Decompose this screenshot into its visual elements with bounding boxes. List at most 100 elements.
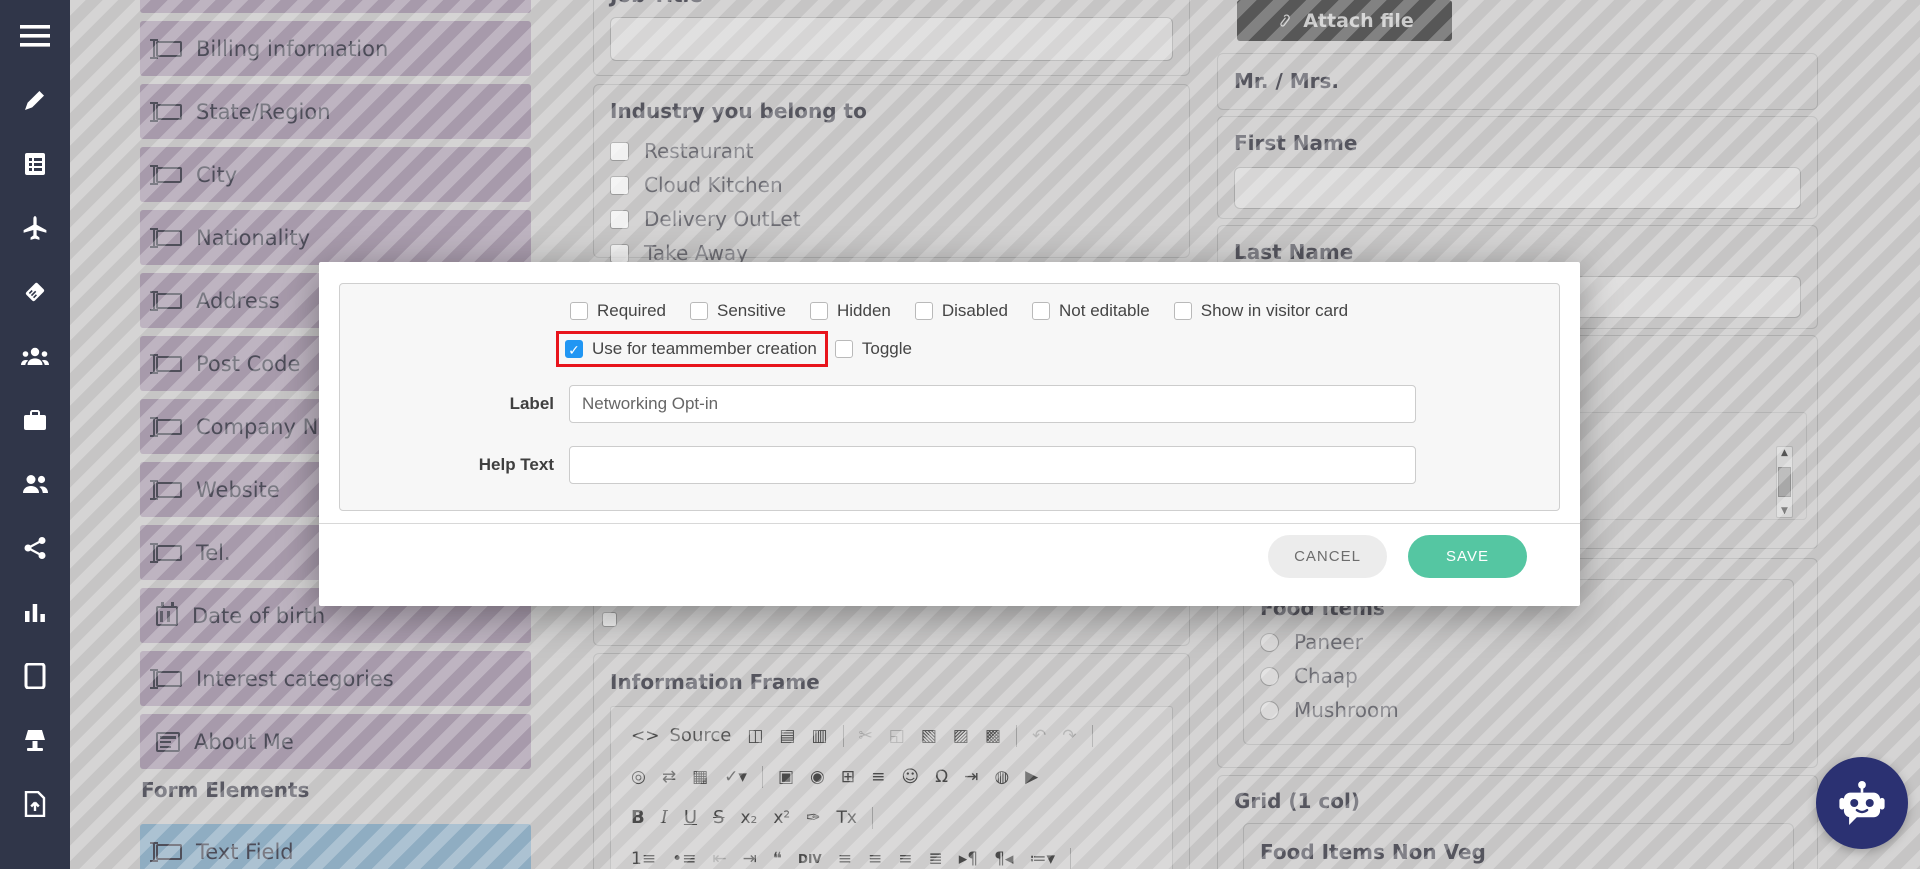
special-char-icon[interactable]: Ω: [927, 766, 956, 788]
contacts-button[interactable]: [13, 334, 57, 378]
checkbox[interactable]: [610, 142, 629, 161]
image-icon[interactable]: ▣: [770, 766, 802, 788]
table-icon[interactable]: ⊞: [833, 766, 863, 788]
bold-icon[interactable]: B: [623, 807, 653, 829]
copy-icon[interactable]: ◱: [881, 725, 913, 747]
cancel-button[interactable]: CANCEL: [1268, 535, 1387, 578]
paste-from-word-icon[interactable]: ▩: [977, 725, 1009, 747]
text-direction-rtl-icon[interactable]: ¶◂: [986, 848, 1021, 869]
flag-option[interactable]: Disabled: [915, 301, 1008, 321]
iframe-icon[interactable]: ◍: [986, 766, 1017, 788]
align-right-icon[interactable]: ≡: [890, 848, 920, 869]
preview-icon[interactable]: ◫: [739, 725, 771, 747]
undo-icon[interactable]: ↶: [1024, 725, 1054, 747]
source-label[interactable]: Source: [668, 725, 740, 747]
scroll-up-icon[interactable]: ▲: [1781, 448, 1788, 458]
checkbox[interactable]: [690, 302, 708, 320]
team-creation-checkbox[interactable]: [565, 340, 583, 358]
divider-icon[interactable]: [1070, 848, 1071, 869]
strikethrough-icon[interactable]: S: [705, 807, 732, 829]
designer-button[interactable]: [13, 78, 57, 122]
text-direction-ltr-icon[interactable]: ▸¶: [951, 848, 986, 869]
flash-icon[interactable]: ◉: [802, 766, 833, 788]
align-center-icon[interactable]: ≡: [860, 848, 890, 869]
save-button[interactable]: SAVE: [1408, 535, 1527, 578]
field-bar[interactable]: About Me: [140, 714, 531, 769]
jobs-button[interactable]: [13, 398, 57, 442]
field-bar[interactable]: Text Field: [140, 824, 531, 869]
checkbox[interactable]: [610, 210, 629, 229]
attach-file-button[interactable]: Attach file: [1237, 0, 1452, 41]
page-break-icon[interactable]: ⇥: [956, 766, 986, 788]
radio-button[interactable]: [1260, 701, 1279, 720]
flag-option[interactable]: Required: [570, 301, 666, 321]
field-bar[interactable]: [140, 0, 531, 13]
flag-option[interactable]: Not editable: [1032, 301, 1150, 321]
field-bar[interactable]: Nationality: [140, 210, 531, 265]
paste-as-text-icon[interactable]: ▨: [945, 725, 977, 747]
checkbox[interactable]: [915, 302, 933, 320]
toggle-option[interactable]: Toggle: [835, 339, 912, 359]
menu-button[interactable]: [13, 14, 57, 58]
team-button[interactable]: [13, 462, 57, 506]
field-bar[interactable]: City: [140, 147, 531, 202]
source-icon[interactable]: <>: [623, 725, 668, 747]
checkbox[interactable]: [570, 302, 588, 320]
radio-button[interactable]: [1260, 633, 1279, 652]
divider-icon[interactable]: [762, 766, 763, 788]
italic-icon[interactable]: I: [653, 807, 676, 829]
flag-option[interactable]: Show in visitor card: [1174, 301, 1348, 321]
textarea-scrollbar[interactable]: ▲ ▼: [1776, 446, 1793, 518]
spellcheck-icon[interactable]: ✓▾: [716, 766, 755, 788]
import-button[interactable]: [13, 782, 57, 826]
horizontal-rule-icon[interactable]: ≡: [863, 766, 893, 788]
justify-icon[interactable]: ≣: [920, 848, 950, 869]
align-left-icon[interactable]: ≡: [830, 848, 860, 869]
scrollbar-thumb[interactable]: [1778, 467, 1791, 497]
deals-button[interactable]: [13, 270, 57, 314]
checkbox[interactable]: [1032, 302, 1050, 320]
blockquote-icon[interactable]: ❝: [765, 848, 790, 869]
remove-format-icon[interactable]: Tx: [829, 807, 865, 829]
increase-indent-icon[interactable]: ⇥: [735, 848, 765, 869]
job-title-input[interactable]: [610, 17, 1173, 61]
field-bar[interactable]: Interest categories: [140, 651, 531, 706]
help-text-input[interactable]: [569, 446, 1416, 484]
smiley-icon[interactable]: ☺: [893, 766, 927, 788]
numbered-list-icon[interactable]: 1≡: [623, 848, 664, 869]
divider-icon[interactable]: [1092, 725, 1093, 747]
superscript-icon[interactable]: x²: [765, 807, 798, 829]
paste-icon[interactable]: ▧: [913, 725, 945, 747]
youtube-icon[interactable]: ▶: [1017, 766, 1046, 788]
flag-option[interactable]: Sensitive: [690, 301, 786, 321]
radio-button[interactable]: [1260, 667, 1279, 686]
cut-icon[interactable]: ✂: [851, 725, 881, 747]
flag-option[interactable]: Hidden: [810, 301, 891, 321]
chatbot-button[interactable]: [1816, 757, 1908, 849]
divider-icon[interactable]: [843, 725, 844, 747]
find-icon[interactable]: ◎: [623, 766, 654, 788]
share-button[interactable]: [13, 526, 57, 570]
forms-button[interactable]: [13, 142, 57, 186]
div-container-icon[interactable]: DIV: [790, 848, 830, 869]
select-all-icon[interactable]: ▦: [684, 766, 716, 788]
subscript-icon[interactable]: x₂: [732, 807, 765, 829]
checkbox[interactable]: [602, 612, 617, 627]
underline-icon[interactable]: U: [676, 807, 705, 829]
checkbox[interactable]: [610, 176, 629, 195]
copy-formatting-icon[interactable]: ✑: [798, 807, 828, 829]
field-bar[interactable]: Billing information: [140, 21, 531, 76]
travel-button[interactable]: [13, 206, 57, 250]
decrease-indent-icon[interactable]: ⇤: [704, 848, 734, 869]
kiosk-button[interactable]: [13, 718, 57, 762]
language-icon[interactable]: ≔▾: [1021, 848, 1063, 869]
bulleted-list-icon[interactable]: •≡: [664, 848, 704, 869]
templates-icon[interactable]: ▥: [803, 725, 835, 747]
analytics-button[interactable]: [13, 590, 57, 634]
checkbox[interactable]: [810, 302, 828, 320]
redo-icon[interactable]: ↷: [1054, 725, 1084, 747]
replace-icon[interactable]: ⇄: [654, 766, 684, 788]
divider-icon[interactable]: [872, 807, 873, 829]
divider-icon[interactable]: [1016, 725, 1017, 747]
devices-button[interactable]: [13, 654, 57, 698]
